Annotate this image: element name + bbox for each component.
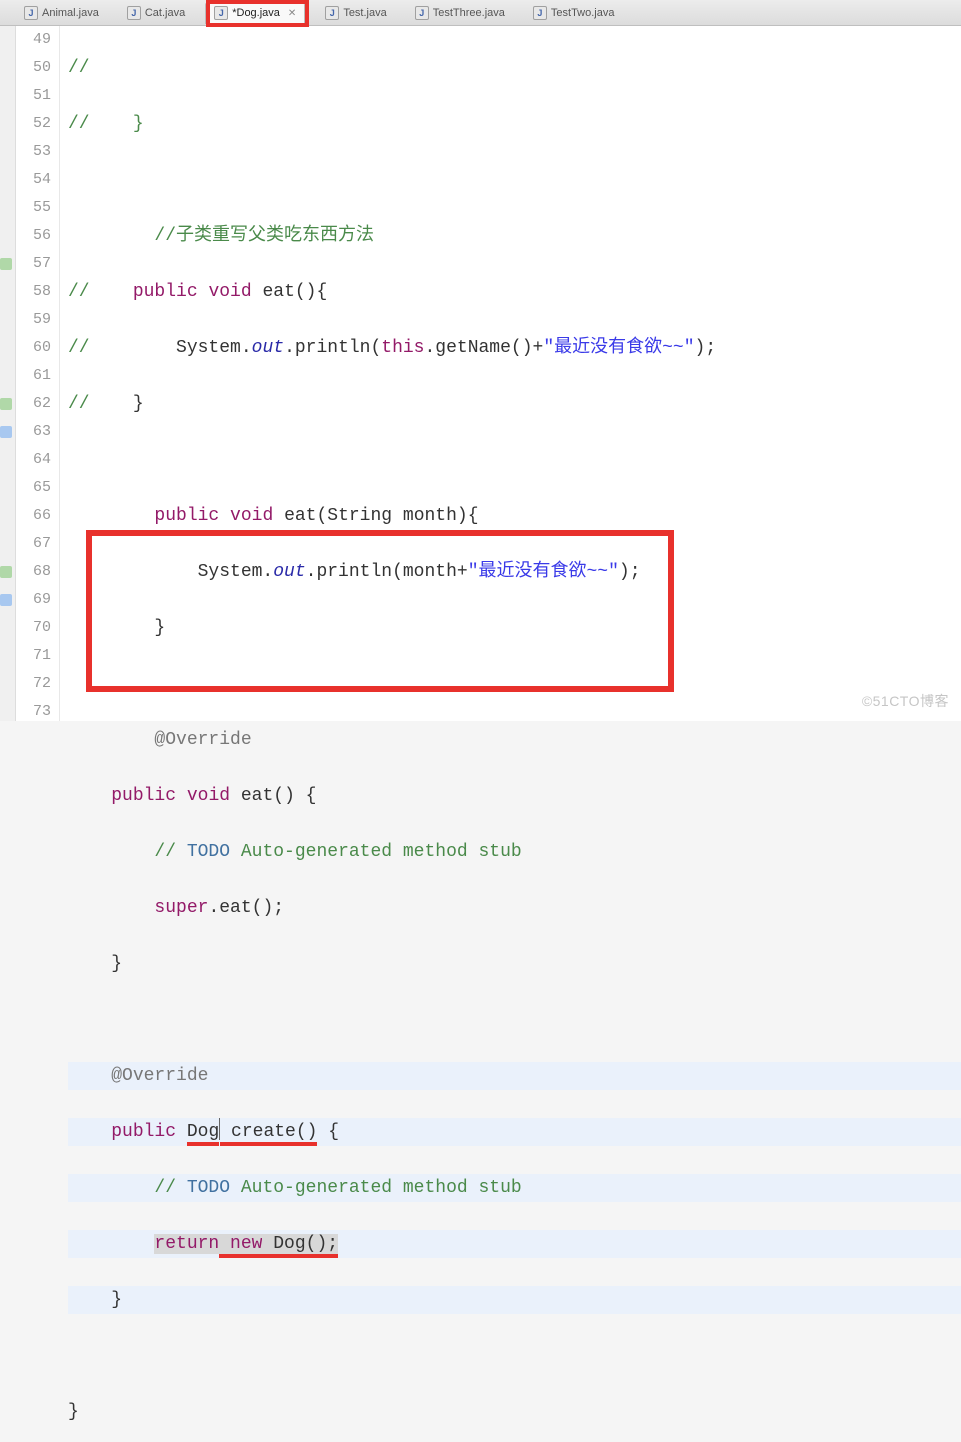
code-line: super.eat();	[68, 894, 961, 922]
code-line: @Override	[68, 726, 961, 754]
java-file-icon: J	[24, 6, 38, 20]
code-line: //子类重写父类吃东西方法	[68, 222, 961, 250]
tab-label: TestTwo.java	[551, 7, 615, 19]
code-line: }	[68, 614, 961, 642]
line-number: 70	[16, 614, 59, 642]
tab-label: Cat.java	[145, 7, 185, 19]
line-number: 50	[16, 54, 59, 82]
code-line: public void eat() {	[68, 782, 961, 810]
code-line: // TODO Auto-generated method stub	[68, 1174, 961, 1202]
line-number: 51	[16, 82, 59, 110]
line-number: 65	[16, 474, 59, 502]
line-number: 71	[16, 642, 59, 670]
line-number-gutter: 49 50 51 52 53 54 55 56 57 58 59 60 61 6…	[16, 26, 60, 721]
code-line: // public void eat(){	[68, 278, 961, 306]
java-file-icon: J	[415, 6, 429, 20]
watermark: ©51CTO博客	[862, 691, 949, 711]
code-line: // TODO Auto-generated method stub	[68, 838, 961, 866]
line-number: 53	[16, 138, 59, 166]
code-line	[68, 166, 961, 194]
line-number: 62	[16, 390, 59, 418]
line-number: 73	[16, 698, 59, 726]
tab-label: TestThree.java	[433, 7, 505, 19]
line-number: 68	[16, 558, 59, 586]
line-number: 56	[16, 222, 59, 250]
java-file-icon: J	[214, 6, 228, 20]
close-icon[interactable]: ✕	[288, 8, 296, 19]
tab-label: Animal.java	[42, 7, 99, 19]
code-line	[68, 1006, 961, 1034]
code-line: // }	[68, 390, 961, 418]
tab-cat[interactable]: J Cat.java	[119, 2, 193, 24]
code-line: }	[68, 950, 961, 978]
line-number: 63	[16, 418, 59, 446]
line-number: 72	[16, 670, 59, 698]
line-number: 67	[16, 530, 59, 558]
code-line: //	[68, 54, 961, 82]
line-number: 55	[16, 194, 59, 222]
code-line	[68, 1342, 961, 1370]
line-number: 66	[16, 502, 59, 530]
left-ruler	[0, 26, 16, 721]
line-number: 49	[16, 26, 59, 54]
code-line: // System.out.println(this.getName()+"最近…	[68, 334, 961, 362]
line-number: 57	[16, 250, 59, 278]
java-file-icon: J	[325, 6, 339, 20]
tab-label: *Dog.java	[232, 7, 280, 19]
code-area[interactable]: // // } //子类重写父类吃东西方法 // public void eat…	[60, 26, 961, 721]
line-number: 54	[16, 166, 59, 194]
tab-animal[interactable]: J Animal.java	[16, 2, 107, 24]
code-editor[interactable]: 49 50 51 52 53 54 55 56 57 58 59 60 61 6…	[0, 26, 961, 721]
java-file-icon: J	[127, 6, 141, 20]
tab-label: Test.java	[343, 7, 386, 19]
tab-test[interactable]: J Test.java	[317, 2, 394, 24]
line-number: 61	[16, 362, 59, 390]
line-number: 60	[16, 334, 59, 362]
tab-testthree[interactable]: J TestThree.java	[407, 2, 513, 24]
code-line: @Override	[68, 1062, 961, 1090]
line-number: 59	[16, 306, 59, 334]
code-line: // }	[68, 110, 961, 138]
editor-tab-bar: J Animal.java J Cat.java J *Dog.java ✕ J…	[0, 0, 961, 26]
code-line: return new Dog();	[68, 1230, 961, 1258]
tab-dog[interactable]: J *Dog.java ✕	[205, 2, 305, 24]
code-line: public Dog create() {	[68, 1118, 961, 1146]
line-number: 58	[16, 278, 59, 306]
code-line	[68, 446, 961, 474]
java-file-icon: J	[533, 6, 547, 20]
code-line	[68, 670, 961, 698]
code-line: }	[68, 1398, 961, 1426]
line-number: 64	[16, 446, 59, 474]
tab-testtwo[interactable]: J TestTwo.java	[525, 2, 623, 24]
line-number: 52	[16, 110, 59, 138]
line-number: 69	[16, 586, 59, 614]
code-line: System.out.println(month+"最近没有食欲~~");	[68, 558, 961, 586]
code-line: }	[68, 1286, 961, 1314]
code-line: public void eat(String month){	[68, 502, 961, 530]
